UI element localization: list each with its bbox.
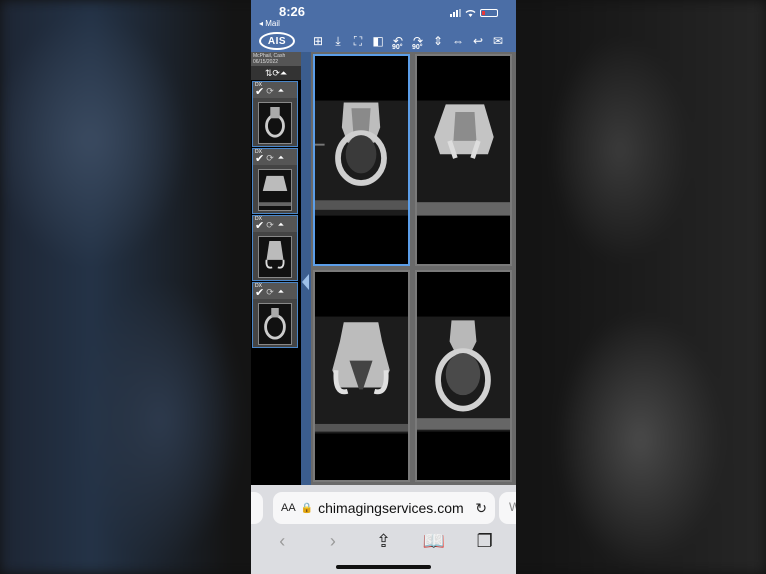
viewer-toolbar: AIS ⊞ ⤓ ⛶ ◧ ↶ 90° ↷ 90° ⇕ ⇔ ↩ ✉ (251, 30, 516, 52)
xray-image-2 (417, 58, 510, 262)
series-thumbnail[interactable]: DX ✔ ⟳ ⏶ (252, 282, 298, 348)
sync-icon[interactable]: ⟳ (266, 86, 274, 97)
patient-info: McPhail, Cash 06/15/2022 (251, 52, 301, 66)
modality-label: DX (255, 216, 262, 222)
sync-icon[interactable]: ⟳ (266, 287, 274, 298)
previous-tab-preview[interactable] (251, 492, 263, 524)
xray-image-1 (315, 58, 408, 262)
forward-button[interactable]: › (319, 531, 347, 552)
modality-label: DX (255, 283, 262, 289)
caret-up-icon[interactable]: ⏶ (278, 287, 284, 297)
layout-grid-icon[interactable]: ⊞ (309, 32, 327, 50)
modality-label: DX (255, 149, 262, 155)
battery-icon (480, 9, 498, 17)
sidebar-collapse-handle[interactable] (301, 52, 311, 485)
signal-icon (450, 9, 461, 17)
caret-up-icon[interactable]: ⏶ (278, 86, 284, 96)
thumbnail-image (258, 102, 292, 144)
status-icons (450, 9, 498, 17)
contrast-icon[interactable]: ◧ (369, 32, 387, 50)
browser-nav: ‹ › ⇪ 📖 ❐ (251, 529, 516, 553)
series-thumbnail[interactable]: DX ✔ ⟳ ⏶ (252, 81, 298, 147)
phone-screen: 8:26 ◂ Mail AIS ⊞ ⤓ ⛶ ◧ ↶ 90° ↷ 90° ⇕ ⇔ ↩ ✉ McPhail… (251, 0, 516, 574)
status-bar: 8:26 ◂ Mail (251, 0, 516, 30)
wifi-icon (465, 10, 476, 17)
sync-icon[interactable]: ⟳ (266, 220, 274, 231)
undo-icon[interactable]: ↩ (469, 32, 487, 50)
study-sidebar: McPhail, Cash 06/15/2022 ⇅⟳⏶ DX ✔ ⟳ ⏶ DX ✔ ⟳ ⏶ D… (251, 52, 301, 485)
bookmarks-button[interactable]: 📖 (420, 531, 448, 552)
tabs-button[interactable]: ❐ (471, 531, 499, 552)
ais-logo: AIS (259, 32, 295, 50)
thumbnail-image (258, 169, 292, 211)
sync-icon[interactable]: ⟳ (266, 153, 274, 164)
series-thumbnail[interactable]: DX ✔ ⟳ ⏶ (252, 148, 298, 214)
viewport-2[interactable] (415, 54, 512, 266)
status-time: 8:26 (279, 4, 306, 19)
fullscreen-icon[interactable]: ⛶ (349, 32, 367, 50)
reload-icon[interactable]: ↻ (475, 500, 487, 517)
study-date: 06/15/2022 (253, 59, 279, 65)
reader-settings-button[interactable]: AA (281, 502, 296, 514)
image-viewer-grid (311, 52, 516, 485)
toolbar-tools: ⊞ ⤓ ⛶ ◧ ↶ 90° ↷ 90° ⇕ ⇔ ↩ ✉ (309, 32, 507, 52)
series-thumbnail[interactable]: DX ✔ ⟳ ⏶ (252, 215, 298, 281)
viewport-1[interactable] (313, 54, 410, 266)
email-icon[interactable]: ✉ (489, 32, 507, 50)
rotate-left-icon[interactable]: ↶ 90° (389, 32, 407, 51)
safari-bottom-bar: W AA 🔒 chimagingservices.com ↻ ‹ › ⇪ 📖 ❐ (251, 485, 516, 574)
lock-icon: 🔒 (300, 502, 314, 514)
home-indicator (336, 565, 431, 569)
viewport-4[interactable] (415, 270, 512, 482)
thumbnail-header: DX ✔ ⟳ ⏶ (253, 149, 297, 165)
thumbnail-header: DX ✔ ⟳ ⏶ (253, 283, 297, 299)
thumbnail-list: DX ✔ ⟳ ⏶ DX ✔ ⟳ ⏶ DX ✔ ⟳ ⏶ DX ✔ ⟳ ⏶ (251, 81, 301, 348)
flip-vertical-icon[interactable]: ⇕ (429, 32, 447, 50)
caret-up-icon[interactable]: ⏶ (278, 153, 284, 163)
collapse-arrow-icon[interactable] (302, 274, 309, 290)
next-tab-preview[interactable]: W (499, 492, 516, 524)
modality-label: DX (255, 82, 262, 88)
back-button[interactable]: ‹ (268, 531, 296, 552)
xray-image-4 (417, 274, 510, 478)
thumbnail-image (258, 236, 292, 278)
share-button[interactable]: ⇪ (369, 531, 397, 552)
caret-up-icon[interactable]: ⏶ (278, 220, 284, 230)
viewport-3[interactable] (313, 270, 410, 482)
thumbnail-header: DX ✔ ⟳ ⏶ (253, 216, 297, 232)
sort-controls[interactable]: ⇅⟳⏶ (251, 66, 301, 80)
thumbnail-image (258, 303, 292, 345)
url-text[interactable]: chimagingservices.com (318, 500, 470, 516)
rotate-right-icon[interactable]: ↷ 90° (409, 32, 427, 51)
back-to-mail-link[interactable]: ◂ Mail (259, 19, 280, 28)
thumbnail-header: DX ✔ ⟳ ⏶ (253, 82, 297, 98)
flip-horizontal-icon[interactable]: ⇔ (449, 32, 467, 50)
xray-image-3 (315, 274, 408, 478)
download-icon[interactable]: ⤓ (329, 32, 347, 50)
address-bar[interactable]: AA 🔒 chimagingservices.com ↻ (273, 492, 495, 524)
